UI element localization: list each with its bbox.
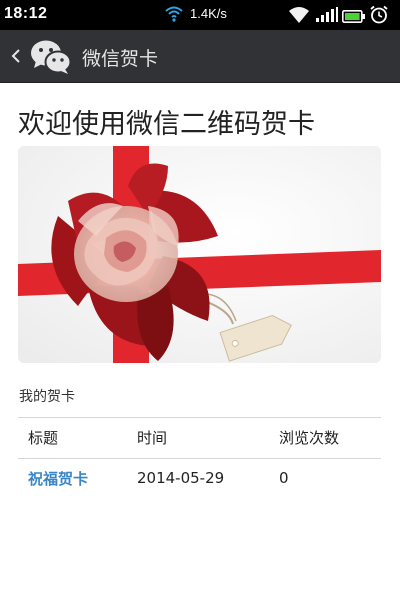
wifi-activity-icon — [164, 5, 184, 27]
gift-ribbon-bow-image — [18, 146, 381, 363]
page-title: 微信贺卡 — [82, 48, 159, 70]
table-header-row: 标题 时间 浏览次数 — [18, 418, 381, 459]
status-bar: 18:12 1.4K/s — [0, 0, 400, 30]
network-speed: 1.4K/s — [190, 6, 227, 21]
card-title-link[interactable]: 祝福贺卡 — [18, 458, 127, 498]
card-time: 2014-05-29 — [137, 469, 225, 488]
table-row: 祝福贺卡 2014-05-29 0 — [18, 458, 381, 498]
wifi-icon — [288, 6, 310, 28]
column-header-title: 标题 — [18, 418, 127, 459]
alarm-icon — [369, 5, 389, 28]
signal-icon — [316, 7, 338, 26]
title-bar: 微信贺卡 — [0, 30, 400, 83]
column-header-time: 时间 — [127, 418, 269, 459]
card-views: 0 — [279, 469, 289, 488]
welcome-heading: 欢迎使用微信二维码贺卡 — [18, 109, 315, 140]
chevron-left-icon[interactable] — [6, 42, 28, 70]
cards-table: 标题 时间 浏览次数 祝福贺卡 2014-05-29 0 — [18, 418, 381, 498]
my-cards-label: 我的贺卡 — [19, 389, 75, 405]
wechat-logo-icon — [30, 38, 72, 76]
status-time: 18:12 — [4, 5, 48, 22]
column-header-views: 浏览次数 — [269, 418, 381, 459]
battery-icon — [342, 8, 366, 27]
